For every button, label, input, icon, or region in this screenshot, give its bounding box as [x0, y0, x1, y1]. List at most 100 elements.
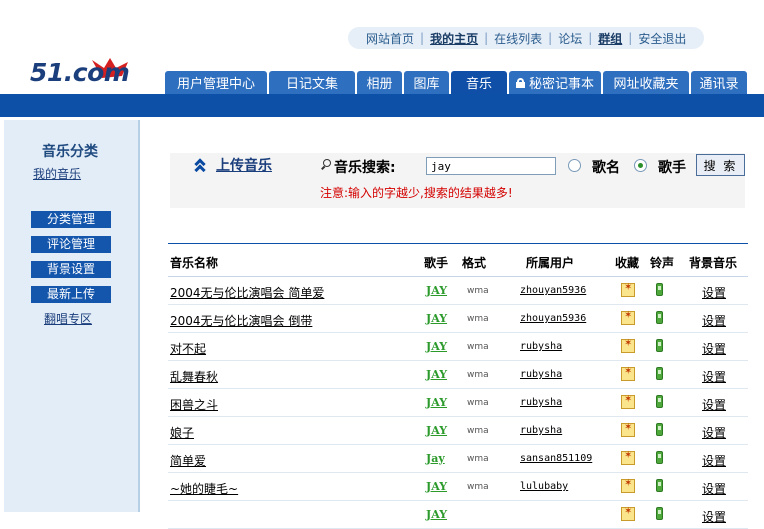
nav-forum-link[interactable]: 论坛	[552, 30, 588, 47]
nav-my-home-link[interactable]: 我的主页	[424, 30, 484, 47]
singer-link[interactable]: JAY	[426, 368, 447, 381]
sidebar-background-settings-button[interactable]: 背景设置	[31, 261, 111, 278]
search-input[interactable]	[426, 157, 556, 175]
sidebar-latest-upload-button[interactable]: 最新上传	[31, 286, 111, 303]
tab-user-center[interactable]: 用户管理中心	[165, 71, 267, 94]
owner-user-link[interactable]: rubysha	[520, 397, 562, 408]
main-tabs: 用户管理中心 日记文集 相册 图库 音乐 秘密记事本 网址收藏夹 通讯录	[165, 71, 749, 94]
song-name-link[interactable]: 简单爱	[170, 452, 206, 469]
format-text: wma	[467, 342, 489, 352]
sidebar-cover-zone-link[interactable]: 翻唱专区	[44, 310, 92, 327]
song-name-link[interactable]: 困兽之斗	[170, 396, 218, 413]
table-row: 对不起 JAY wma rubysha 设置	[168, 333, 748, 361]
table-row: 娘子 JAY wma rubysha 设置	[168, 417, 748, 445]
sidebar-title: 音乐分类	[42, 144, 98, 160]
ringtone-phone-icon[interactable]	[656, 395, 663, 408]
tab-music[interactable]: 音乐	[451, 71, 507, 94]
singer-link[interactable]: JAY	[426, 284, 447, 297]
radio-song-name-label: 歌名	[592, 160, 620, 176]
set-background-music-link[interactable]: 设置	[702, 284, 726, 301]
set-background-music-link[interactable]: 设置	[702, 312, 726, 329]
tab-contacts[interactable]: 通讯录	[691, 71, 747, 94]
song-name-link[interactable]: 娘子	[170, 424, 194, 441]
owner-user-link[interactable]: zhouyan5936	[520, 313, 586, 324]
upload-music-link[interactable]: 上传音乐	[194, 155, 272, 176]
ringtone-phone-icon[interactable]	[656, 339, 663, 352]
radio-singer[interactable]	[634, 159, 647, 172]
singer-link[interactable]: JAY	[426, 312, 447, 325]
set-background-music-link[interactable]: 设置	[702, 508, 726, 525]
format-text: wma	[467, 426, 489, 436]
set-background-music-link[interactable]: 设置	[702, 480, 726, 497]
header-music-name: 音乐名称	[170, 256, 219, 270]
set-background-music-link[interactable]: 设置	[702, 340, 726, 357]
sidebar-comment-manage-button[interactable]: 评论管理	[31, 236, 111, 253]
radio-song-name[interactable]	[568, 159, 581, 172]
ringtone-phone-icon[interactable]	[656, 451, 663, 464]
search-notice: 注意:输入的字越少,搜索的结果越多!	[320, 186, 513, 200]
song-name-link[interactable]: ~她的睫毛~	[170, 480, 238, 497]
favorite-star-icon[interactable]	[621, 506, 635, 521]
ringtone-phone-icon[interactable]	[656, 283, 663, 296]
favorite-star-icon[interactable]	[621, 338, 635, 353]
favorite-star-icon[interactable]	[621, 478, 635, 493]
format-text: wma	[467, 370, 489, 380]
tab-bookmarks[interactable]: 网址收藏夹	[603, 71, 689, 94]
table-row: 2004无与伦比演唱会 倒带 JAY wma zhouyan5936 设置	[168, 305, 748, 333]
singer-link[interactable]: JAY	[426, 396, 447, 409]
owner-user-link[interactable]: sansan851109	[520, 453, 592, 464]
search-icon	[321, 159, 332, 170]
tab-diary[interactable]: 日记文集	[269, 71, 355, 94]
owner-user-link[interactable]: rubysha	[520, 369, 562, 380]
favorite-star-icon[interactable]	[621, 282, 635, 297]
format-text: wma	[467, 482, 489, 492]
ringtone-phone-icon[interactable]	[656, 311, 663, 324]
tab-album[interactable]: 相册	[357, 71, 402, 94]
nav-logout-link[interactable]: 安全退出	[632, 30, 692, 47]
nav-online-list-link[interactable]: 在线列表	[488, 30, 548, 47]
sidebar-category-manage-button[interactable]: 分类管理	[31, 211, 111, 228]
favorite-star-icon[interactable]	[621, 422, 635, 437]
singer-link[interactable]: Jay	[426, 452, 445, 465]
top-navigation: 网站首页 | 我的主页 | 在线列表 | 论坛 | 群组 | 安全退出	[348, 27, 705, 49]
ringtone-phone-icon[interactable]	[656, 367, 663, 380]
favorite-star-icon[interactable]	[621, 310, 635, 325]
ringtone-phone-icon[interactable]	[656, 507, 663, 520]
set-background-music-link[interactable]: 设置	[702, 396, 726, 413]
song-name-link[interactable]: 乱舞春秋	[170, 368, 218, 385]
header-singer: 歌手	[424, 256, 449, 270]
tab-secret-notebook[interactable]: 秘密记事本	[509, 71, 601, 94]
site-logo[interactable]: 51.com	[30, 54, 154, 94]
tab-label: 相册	[366, 77, 393, 92]
song-name-link[interactable]: 2004无与伦比演唱会 简单爱	[170, 284, 324, 301]
singer-link[interactable]: JAY	[426, 480, 447, 493]
sidebar-my-music-link[interactable]: 我的音乐	[33, 165, 81, 182]
header-owner: 所属用户	[526, 256, 575, 270]
sidebar: 音乐分类 我的音乐 分类管理 评论管理 背景设置 最新上传 翻唱专区	[4, 120, 140, 512]
favorite-star-icon[interactable]	[621, 450, 635, 465]
search-button[interactable]: 搜 索	[696, 154, 745, 176]
set-background-music-link[interactable]: 设置	[702, 452, 726, 469]
table-row: 困兽之斗 JAY wma rubysha 设置	[168, 389, 748, 417]
owner-user-link[interactable]: zhouyan5936	[520, 285, 586, 296]
tab-gallery[interactable]: 图库	[404, 71, 449, 94]
header-blue-bar	[0, 94, 764, 117]
song-name-link[interactable]: 2004无与伦比演唱会 倒带	[170, 312, 312, 329]
favorite-star-icon[interactable]	[621, 366, 635, 381]
ringtone-phone-icon[interactable]	[656, 423, 663, 436]
singer-link[interactable]: JAY	[426, 340, 447, 353]
owner-user-link[interactable]: lulubaby	[520, 481, 568, 492]
ringtone-phone-icon[interactable]	[656, 479, 663, 492]
set-background-music-link[interactable]: 设置	[702, 368, 726, 385]
singer-link[interactable]: JAY	[426, 508, 447, 521]
owner-user-link[interactable]: rubysha	[520, 425, 562, 436]
set-background-music-link[interactable]: 设置	[702, 424, 726, 441]
song-name-link[interactable]: 对不起	[170, 340, 206, 357]
tab-label: 日记文集	[285, 77, 338, 92]
nav-site-home-link[interactable]: 网站首页	[360, 30, 420, 47]
owner-user-link[interactable]: rubysha	[520, 341, 562, 352]
favorite-star-icon[interactable]	[621, 394, 635, 409]
nav-groups-link[interactable]: 群组	[592, 30, 628, 47]
table-body: 2004无与伦比演唱会 简单爱 JAY wma zhouyan5936 设置 2004无与…	[168, 277, 748, 529]
singer-link[interactable]: JAY	[426, 424, 447, 437]
